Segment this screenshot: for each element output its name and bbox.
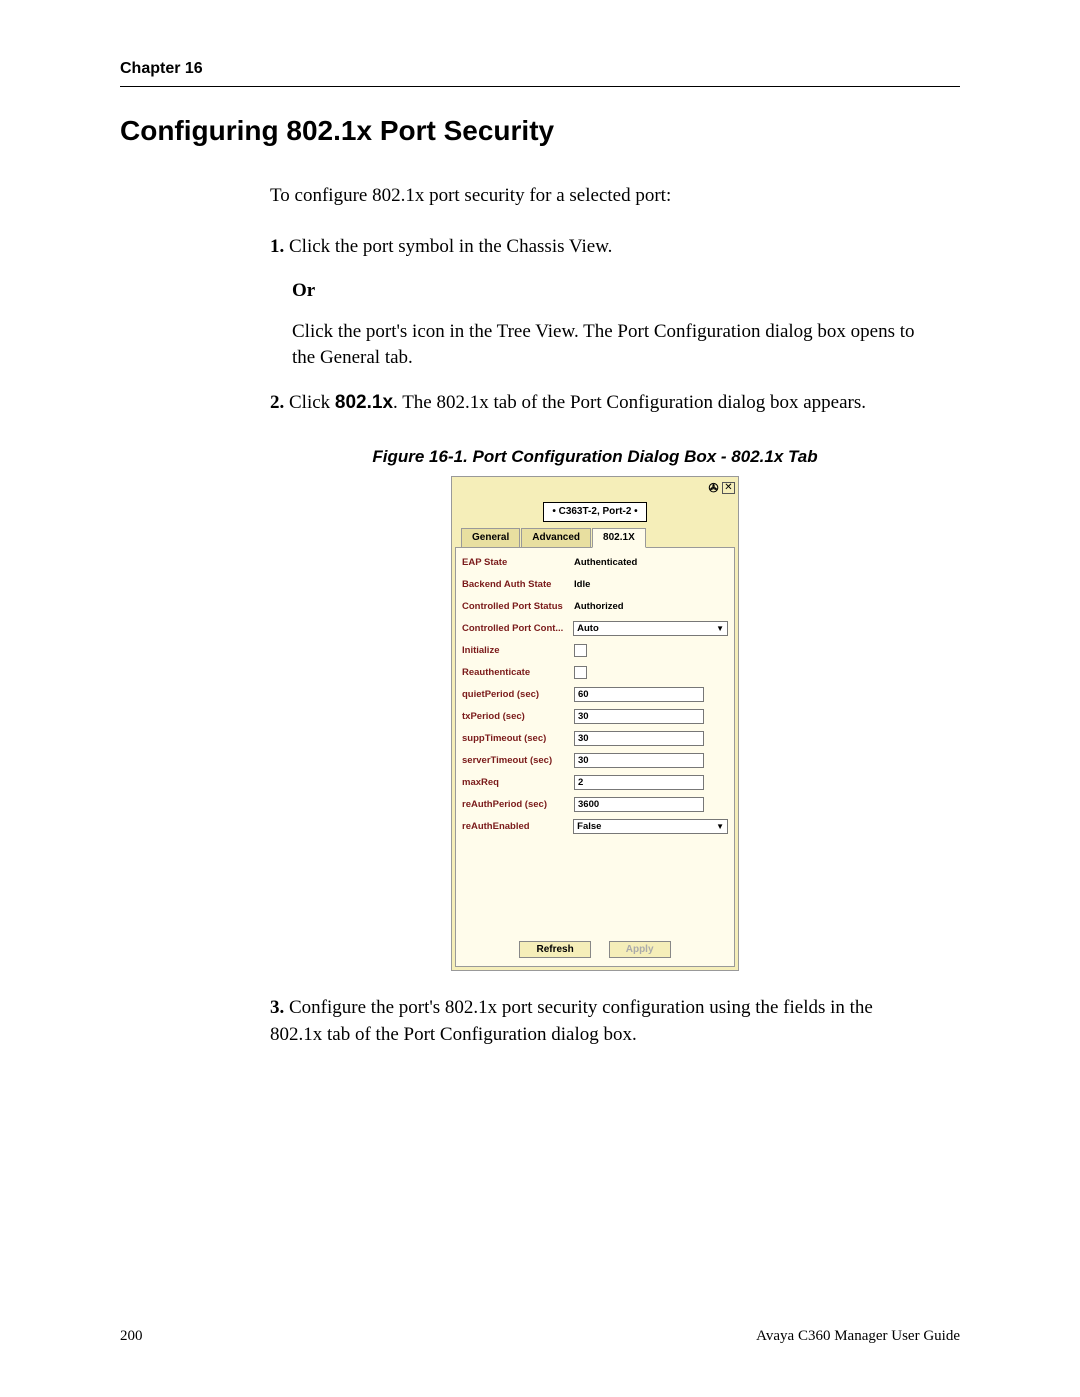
- label-backend: Backend Auth State: [462, 578, 574, 591]
- step-text: Configure the port's 802.1x port securit…: [270, 997, 873, 1045]
- refresh-button[interactable]: Refresh: [519, 941, 590, 958]
- label-quiet: quietPeriod (sec): [462, 688, 574, 701]
- checkbox-initialize[interactable]: [574, 644, 587, 657]
- page-number: 200: [120, 1328, 143, 1345]
- tab-8021x[interactable]: 802.1X: [592, 528, 646, 548]
- input-quiet[interactable]: 60: [574, 687, 704, 702]
- section-title: Configuring 802.1x Port Security: [120, 115, 960, 147]
- checkbox-reauthenticate[interactable]: [574, 666, 587, 679]
- row-quiet: quietPeriod (sec) 60: [462, 686, 728, 702]
- step-number: 3.: [270, 997, 284, 1018]
- dialog-button-row: Refresh Apply: [456, 941, 734, 958]
- select-cpc-value: Auto: [577, 622, 599, 635]
- input-supp[interactable]: 30: [574, 731, 704, 746]
- header-rule: [120, 86, 960, 87]
- dialog-titlebar: ✇ ✕: [455, 480, 735, 496]
- or-divider: Or: [292, 278, 920, 305]
- step-number: 2.: [270, 392, 284, 413]
- row-eap-state: EAP State Authenticated: [462, 554, 728, 570]
- step-text-suffix: . The 802.1x tab of the Port Configurati…: [393, 392, 866, 413]
- select-reauthen[interactable]: False ▼: [573, 819, 728, 834]
- input-reauthper[interactable]: 3600: [574, 797, 704, 812]
- figure-caption: Figure 16-1. Port Configuration Dialog B…: [270, 445, 920, 469]
- input-server[interactable]: 30: [574, 753, 704, 768]
- label-supp: suppTimeout (sec): [462, 732, 574, 745]
- input-maxreq[interactable]: 2: [574, 775, 704, 790]
- row-supp: suppTimeout (sec) 30: [462, 730, 728, 746]
- row-reauthen: reAuthEnabled False ▼: [462, 818, 728, 834]
- intro-paragraph: To configure 802.1x port security for a …: [270, 183, 920, 210]
- label-reauthenticate: Reauthenticate: [462, 666, 574, 679]
- step-1: 1. Click the port symbol in the Chassis …: [270, 234, 920, 261]
- label-tx: txPeriod (sec): [462, 710, 574, 723]
- close-icon[interactable]: ✕: [722, 482, 735, 494]
- chapter-header: Chapter 16: [120, 60, 960, 78]
- page-footer: 200 Avaya C360 Manager User Guide: [120, 1328, 960, 1345]
- row-reauthenticate: Reauthenticate: [462, 664, 728, 680]
- tab-advanced[interactable]: Advanced: [521, 528, 591, 548]
- value-eap-state: Authenticated: [574, 556, 728, 569]
- step-number: 1.: [270, 236, 284, 257]
- value-backend: Idle: [574, 578, 728, 591]
- row-maxreq: maxReq 2: [462, 774, 728, 790]
- pin-icon[interactable]: ✇: [707, 482, 720, 494]
- row-cps: Controlled Port Status Authorized: [462, 598, 728, 614]
- label-maxreq: maxReq: [462, 776, 574, 789]
- label-reauthen: reAuthEnabled: [462, 820, 573, 833]
- label-cpc: Controlled Port Cont...: [462, 622, 573, 635]
- doc-title: Avaya C360 Manager User Guide: [756, 1328, 960, 1345]
- chevron-down-icon: ▼: [716, 821, 724, 832]
- apply-button[interactable]: Apply: [609, 941, 671, 958]
- step-1-alt: Click the port's icon in the Tree View. …: [292, 319, 920, 372]
- label-initialize: Initialize: [462, 644, 574, 657]
- chevron-down-icon: ▼: [716, 623, 724, 634]
- step-text-prefix: Click: [289, 392, 335, 413]
- row-cpc: Controlled Port Cont... Auto ▼: [462, 620, 728, 636]
- port-config-dialog: ✇ ✕ • C363T-2, Port-2 • General Advanced…: [451, 476, 739, 971]
- tab-general[interactable]: General: [461, 528, 520, 548]
- value-cps: Authorized: [574, 600, 728, 613]
- step-text: Click the port symbol in the Chassis Vie…: [289, 236, 612, 257]
- input-tx[interactable]: 30: [574, 709, 704, 724]
- row-tx: txPeriod (sec) 30: [462, 708, 728, 724]
- row-initialize: Initialize: [462, 642, 728, 658]
- label-reauthper: reAuthPeriod (sec): [462, 798, 574, 811]
- select-reauthen-value: False: [577, 820, 601, 833]
- step-2: 2. Click 802.1x. The 802.1x tab of the P…: [270, 390, 920, 417]
- breadcrumb[interactable]: • C363T-2, Port-2 •: [543, 502, 646, 522]
- select-cpc[interactable]: Auto ▼: [573, 621, 728, 636]
- row-server: serverTimeout (sec) 30: [462, 752, 728, 768]
- label-cps: Controlled Port Status: [462, 600, 574, 613]
- step-3: 3. Configure the port's 802.1x port secu…: [270, 995, 920, 1048]
- row-backend: Backend Auth State Idle: [462, 576, 728, 592]
- label-server: serverTimeout (sec): [462, 754, 574, 767]
- step-bold: 802.1x: [335, 392, 393, 413]
- form-panel: EAP State Authenticated Backend Auth Sta…: [455, 547, 735, 967]
- tab-bar: General Advanced 802.1X: [455, 528, 735, 548]
- label-eap-state: EAP State: [462, 556, 574, 569]
- row-reauthper: reAuthPeriod (sec) 3600: [462, 796, 728, 812]
